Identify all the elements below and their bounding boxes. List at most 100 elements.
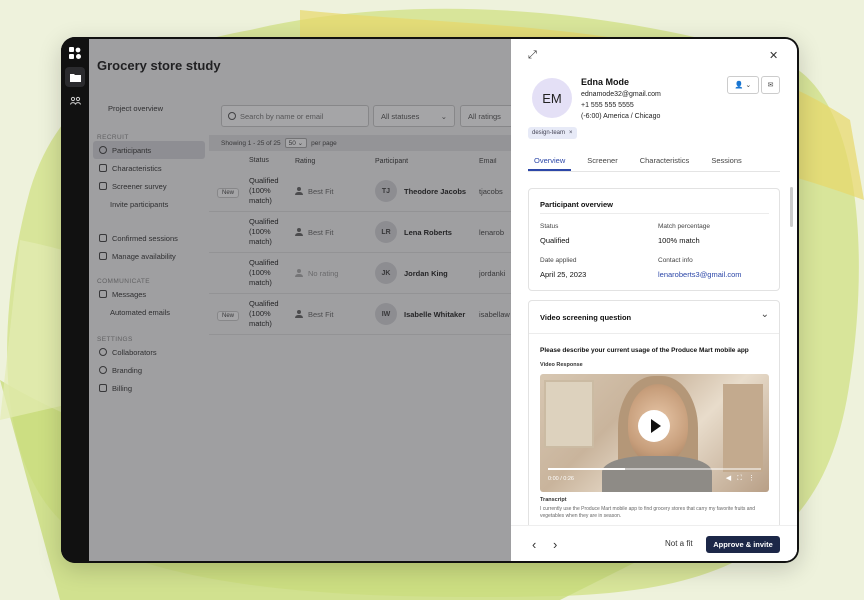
header-rating[interactable]: Rating [295, 158, 375, 165]
sidebar-item-invite-participants[interactable]: Invite participants [93, 195, 205, 213]
tag-chip: design-team × [528, 127, 577, 139]
drawer-scrollbar[interactable] [790, 187, 793, 227]
rating-person-icon [295, 187, 304, 195]
sidebar-item-messages[interactable]: Messages [93, 285, 205, 303]
approve-invite-button[interactable]: Approve & invite [706, 536, 780, 553]
previous-participant-icon[interactable]: ‹ [532, 537, 536, 552]
date-value: April 25, 2023 [540, 270, 587, 279]
logo-icon[interactable] [65, 43, 85, 63]
avatar: TJ [375, 180, 397, 202]
close-icon[interactable]: ✕ [769, 49, 778, 62]
table-row[interactable]: Qualified (100% match) No rating JK Jordan … [209, 253, 511, 294]
table-row[interactable]: Qualified (100% match) Best Fit LR Lena Rob… [209, 212, 511, 253]
sidebar-nav: Project overview RECRUIT Participants Ch… [93, 99, 205, 397]
participant-name: Jordan King [404, 268, 448, 278]
nav-heading-communicate: COMMUNICATE [97, 278, 151, 285]
video-controls[interactable]: ◀⛶⋮ [726, 474, 761, 483]
per-page-value: 50 [288, 140, 296, 147]
participant-cell[interactable]: LR Lena Roberts [375, 221, 479, 243]
participant-timezone: (-6:00) America / Chicago [581, 113, 661, 120]
status-cell: Qualified (100% match) [249, 257, 279, 288]
new-cell: New [209, 310, 249, 321]
rating-cell[interactable]: Best Fit [295, 228, 375, 237]
email-cell: tjacobs [479, 186, 503, 196]
participant-name: Lena Roberts [404, 227, 452, 237]
team-icon[interactable] [65, 90, 85, 110]
not-a-fit-button[interactable]: Not a fit [665, 539, 693, 548]
nav-label: Participants [112, 145, 152, 155]
nav-label: Invite participants [110, 199, 169, 209]
nav-label: Manage availability [112, 251, 176, 261]
volume-icon[interactable]: ◀ [726, 475, 737, 482]
next-participant-icon[interactable]: › [553, 537, 557, 552]
participant-cell[interactable]: IW Isabelle Whitaker [375, 303, 479, 325]
sidebar-item-manage-availability[interactable]: Manage availability [93, 247, 205, 265]
participants-table: Showing 1 - 25 of 25 50 ⌄ per page Statu… [209, 135, 511, 335]
sidebar-item-characteristics[interactable]: Characteristics [93, 159, 205, 177]
nav-label: Automated emails [110, 307, 171, 317]
search-placeholder: Search by name or email [240, 111, 324, 121]
nav-project-overview[interactable]: Project overview [93, 99, 205, 117]
rating-cell[interactable]: Best Fit [295, 310, 375, 319]
status-filter-select[interactable]: All statuses ⌄ [373, 105, 455, 127]
sidebar-item-collaborators[interactable]: Collaborators [93, 343, 205, 361]
sidebar-item-participants[interactable]: Participants [93, 141, 205, 159]
nav-label: Billing [112, 383, 133, 393]
participant-phone: +1 555 555 5555 [581, 102, 634, 109]
video-player[interactable]: 0:00 / 0:26 ◀⛶⋮ [540, 374, 769, 492]
assign-user-button[interactable]: 👤 ⌄ [727, 76, 759, 94]
tab-characteristics[interactable]: Characteristics [634, 152, 696, 171]
search-input[interactable]: Search by name or email [221, 105, 369, 127]
video-person-body [602, 456, 712, 492]
rating-cell[interactable]: No rating [295, 269, 375, 278]
nav-label: Characteristics [112, 163, 162, 173]
email-cell: isabellaw [479, 309, 510, 319]
avatar: LR [375, 221, 397, 243]
participant-cell[interactable]: JK Jordan King [375, 262, 479, 284]
question-text: Please describe your current usage of th… [540, 347, 749, 354]
participant-cell[interactable]: TJ Theodore Jacobs [375, 180, 479, 202]
header-status[interactable]: Status [249, 156, 295, 165]
status-filter-value: All statuses [381, 111, 420, 121]
folder-icon[interactable] [65, 67, 85, 87]
video-screening-card: Video screening question ⌄ Please descri… [528, 300, 780, 530]
avatar: IW [375, 303, 397, 325]
fullscreen-icon[interactable]: ⛶ [737, 475, 748, 482]
remove-tag-icon[interactable]: × [569, 130, 573, 136]
expand-icon[interactable]: ⤢ [528, 49, 537, 62]
chevron-down-icon: ⌄ [760, 309, 769, 320]
participants-page: Grocery store study Project overview REC… [89, 39, 520, 561]
person-icon: 👤 [734, 82, 744, 89]
email-button[interactable]: ✉ [761, 76, 780, 94]
video-card-header[interactable]: Video screening question ⌄ [529, 301, 779, 334]
nav-heading-recruit: RECRUIT [97, 134, 129, 141]
tab-screener[interactable]: Screener [581, 152, 623, 171]
sidebar-item-automated-emails[interactable]: Automated emails [93, 303, 205, 321]
participant-overview-card: Participant overview Status Qualified Ma… [528, 188, 780, 291]
header-participant[interactable]: Participant [375, 158, 479, 165]
transcript-label: Transcript [540, 497, 567, 503]
tab-sessions[interactable]: Sessions [705, 152, 747, 171]
table-row[interactable]: New Qualified (100% match) Best Fit IW Isabe… [209, 294, 511, 335]
transcript-text: I currently use the Produce Mart mobile … [540, 506, 756, 519]
contact-email-link[interactable]: lenaroberts3@gmail.com [658, 270, 741, 279]
play-icon[interactable] [638, 410, 670, 442]
calendar-check-icon [99, 234, 107, 242]
video-response-label: Video Response [540, 362, 583, 368]
date-label: Date applied [540, 257, 577, 264]
nav-heading-settings: SETTINGS [97, 336, 133, 343]
more-icon[interactable]: ⋮ [748, 475, 761, 482]
rating-person-icon [295, 310, 304, 318]
rating-cell[interactable]: Best Fit [295, 187, 375, 196]
sidebar-item-screener-survey[interactable]: Screener survey [93, 177, 205, 195]
sidebar-item-confirmed-sessions[interactable]: Confirmed sessions [93, 229, 205, 247]
header-email[interactable]: Email [479, 158, 511, 165]
per-page-select[interactable]: 50 ⌄ [284, 138, 308, 148]
table-row[interactable]: New Qualified (100% match) Best Fit TJ Theod… [209, 171, 511, 212]
video-progress-bar[interactable] [548, 468, 761, 470]
sidebar-item-branding[interactable]: Branding [93, 361, 205, 379]
sidebar-item-billing[interactable]: Billing [93, 379, 205, 397]
contact-label: Contact info [658, 257, 693, 264]
nav-label: Messages [112, 289, 147, 299]
tab-overview[interactable]: Overview [528, 152, 572, 171]
